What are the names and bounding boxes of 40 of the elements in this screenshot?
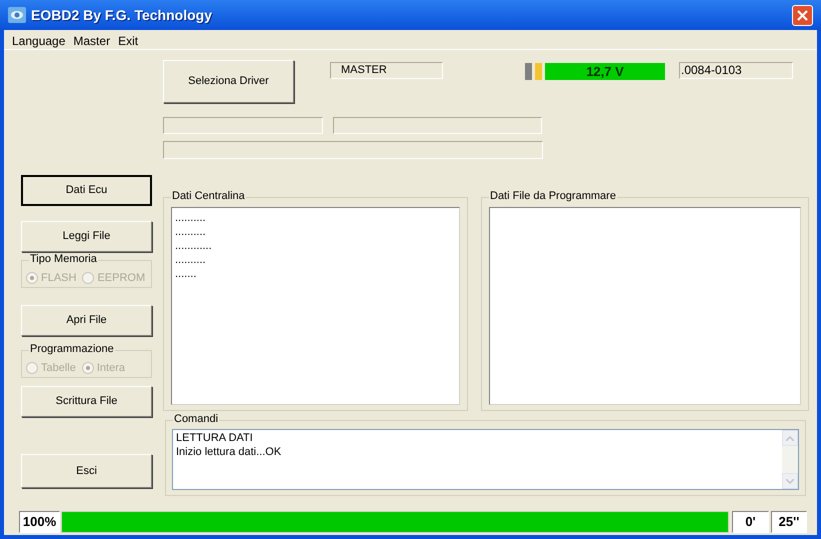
group-title: Comandi: [173, 413, 220, 425]
voltage-reading: 12,7 V: [545, 63, 665, 80]
elapsed-seconds: 25'': [771, 511, 807, 533]
action-button[interactable]: Scrittura File: [21, 386, 152, 417]
close-icon: [797, 10, 808, 20]
radio-option: Intera: [82, 362, 125, 374]
action-button[interactable]: Esci: [21, 454, 152, 488]
group-title: Programmazione: [29, 343, 115, 355]
text-area[interactable]: .......... .......... ............ .......... .......: [171, 207, 460, 405]
progress-percent: 100%: [19, 511, 60, 533]
action-button[interactable]: Leggi File: [21, 221, 152, 252]
text-area[interactable]: LETTURA DATI Inizio lettura dati...OK: [172, 429, 799, 490]
text-line: ............: [175, 239, 213, 253]
scrollbar[interactable]: [782, 430, 798, 489]
elapsed-minutes: 0': [732, 511, 769, 533]
text-line: .......: [175, 267, 198, 281]
version-field: .0084-0103: [679, 62, 793, 79]
text-line: ..........: [175, 253, 207, 267]
group-title: Dati Centralina: [171, 190, 246, 202]
group-title: Dati File da Programmare: [489, 190, 617, 202]
text-line: LETTURA DATI: [176, 431, 254, 445]
menu-item[interactable]: Language: [8, 32, 70, 50]
radio-option: EEPROM: [82, 272, 146, 284]
scroll-up-icon[interactable]: [782, 430, 798, 446]
text-line: ..........: [175, 225, 207, 239]
menu-item[interactable]: Exit: [114, 32, 142, 50]
app-icon: [8, 7, 26, 23]
action-button[interactable]: Apri File: [21, 305, 152, 336]
master-field: MASTER: [330, 62, 443, 79]
radio-option: FLASH: [26, 272, 76, 284]
window-title: EOBD2 By F.G. Technology: [31, 6, 212, 25]
radio-option: Tabelle: [26, 362, 76, 374]
scroll-down-icon[interactable]: [782, 473, 798, 489]
text-line: ..........: [175, 211, 207, 225]
menu-item[interactable]: Master: [69, 32, 114, 50]
close-button[interactable]: [792, 4, 813, 26]
group-title: Tipo Memoria: [29, 253, 98, 265]
driver-button[interactable]: Seleziona Driver: [163, 60, 294, 103]
text-line: Inizio lettura dati...OK: [176, 445, 282, 459]
action-button[interactable]: Dati Ecu: [21, 175, 152, 206]
